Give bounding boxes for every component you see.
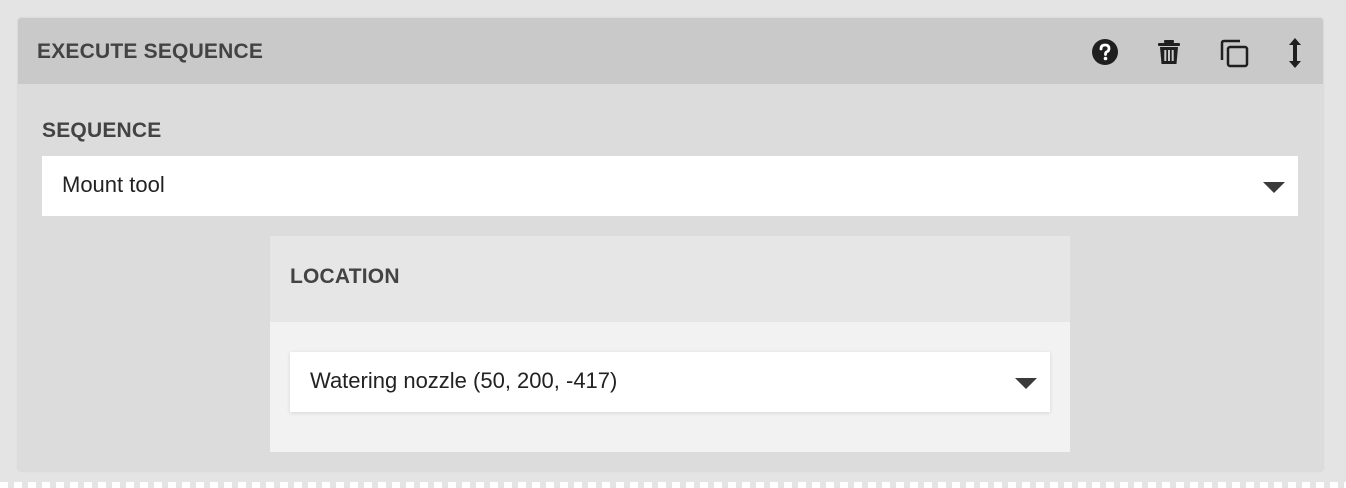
step-header: EXECUTE SEQUENCE <box>18 18 1323 84</box>
trash-icon[interactable] <box>1156 38 1184 66</box>
sequence-label: SEQUENCE <box>42 119 162 142</box>
sequence-selected-value: Mount tool <box>62 172 165 197</box>
drop-zone-divider <box>0 482 1346 488</box>
help-icon[interactable] <box>1091 38 1119 66</box>
execute-sequence-step: EXECUTE SEQUENCE SEQUENCE Mount tool LOC… <box>18 18 1323 471</box>
location-header: LOCATION <box>270 236 1070 322</box>
location-selected-value: Watering nozzle (50, 200, -417) <box>310 368 618 393</box>
duplicate-icon[interactable] <box>1220 39 1249 68</box>
drag-handle-icon[interactable] <box>1284 37 1306 69</box>
chevron-down-icon <box>1263 182 1285 193</box>
chevron-down-icon <box>1015 378 1037 389</box>
location-label: LOCATION <box>290 265 400 288</box>
step-title: EXECUTE SEQUENCE <box>37 40 264 63</box>
sequence-select[interactable]: Mount tool <box>42 156 1298 216</box>
location-panel: LOCATION Watering nozzle (50, 200, -417) <box>270 236 1070 452</box>
location-select[interactable]: Watering nozzle (50, 200, -417) <box>290 352 1050 412</box>
